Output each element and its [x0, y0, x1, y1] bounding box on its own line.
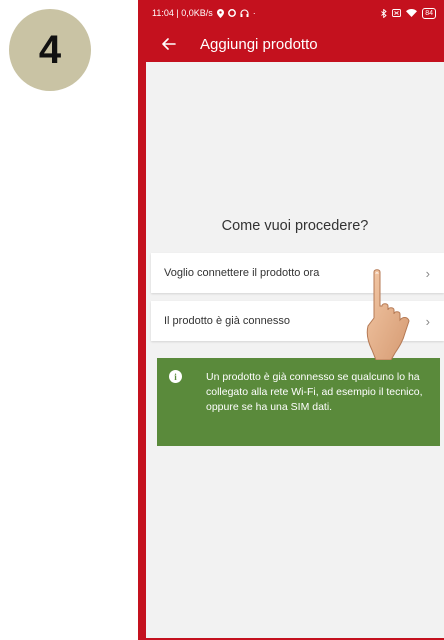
- back-button[interactable]: [152, 26, 186, 62]
- info-box: i Un prodotto è già connesso se qualcuno…: [157, 358, 440, 446]
- option-label: Il prodotto è già connesso: [164, 315, 290, 327]
- status-left: 11:04 | 0,0KB/s ·: [152, 8, 256, 18]
- status-right: 84: [381, 7, 436, 19]
- info-icon: i: [169, 370, 182, 383]
- info-text: Un prodotto è già connesso se qualcuno l…: [206, 371, 423, 413]
- status-bar: 11:04 | 0,0KB/s · 84: [146, 0, 444, 26]
- pointing-hand-icon: [366, 269, 410, 360]
- option-label: Voglio connettere il prodotto ora: [164, 267, 320, 279]
- location-icon: [216, 8, 224, 18]
- wifi-icon: [406, 9, 418, 17]
- step-number-badge: 4: [9, 9, 91, 91]
- status-dot: ·: [252, 8, 256, 18]
- step-number: 4: [38, 27, 62, 72]
- app-title: Aggiungi prodotto: [200, 35, 318, 53]
- bluetooth-icon: [381, 8, 387, 18]
- battery-level: 84: [422, 7, 436, 19]
- sim-icon: [392, 9, 402, 17]
- record-icon: [227, 9, 236, 17]
- headset-icon: [240, 9, 249, 17]
- arrow-left-icon: [162, 38, 176, 50]
- status-time: 11:04 | 0,0KB/s: [152, 8, 213, 18]
- question-heading: Come vuoi procedere?: [221, 218, 369, 234]
- app-bar: Aggiungi prodotto: [146, 26, 444, 62]
